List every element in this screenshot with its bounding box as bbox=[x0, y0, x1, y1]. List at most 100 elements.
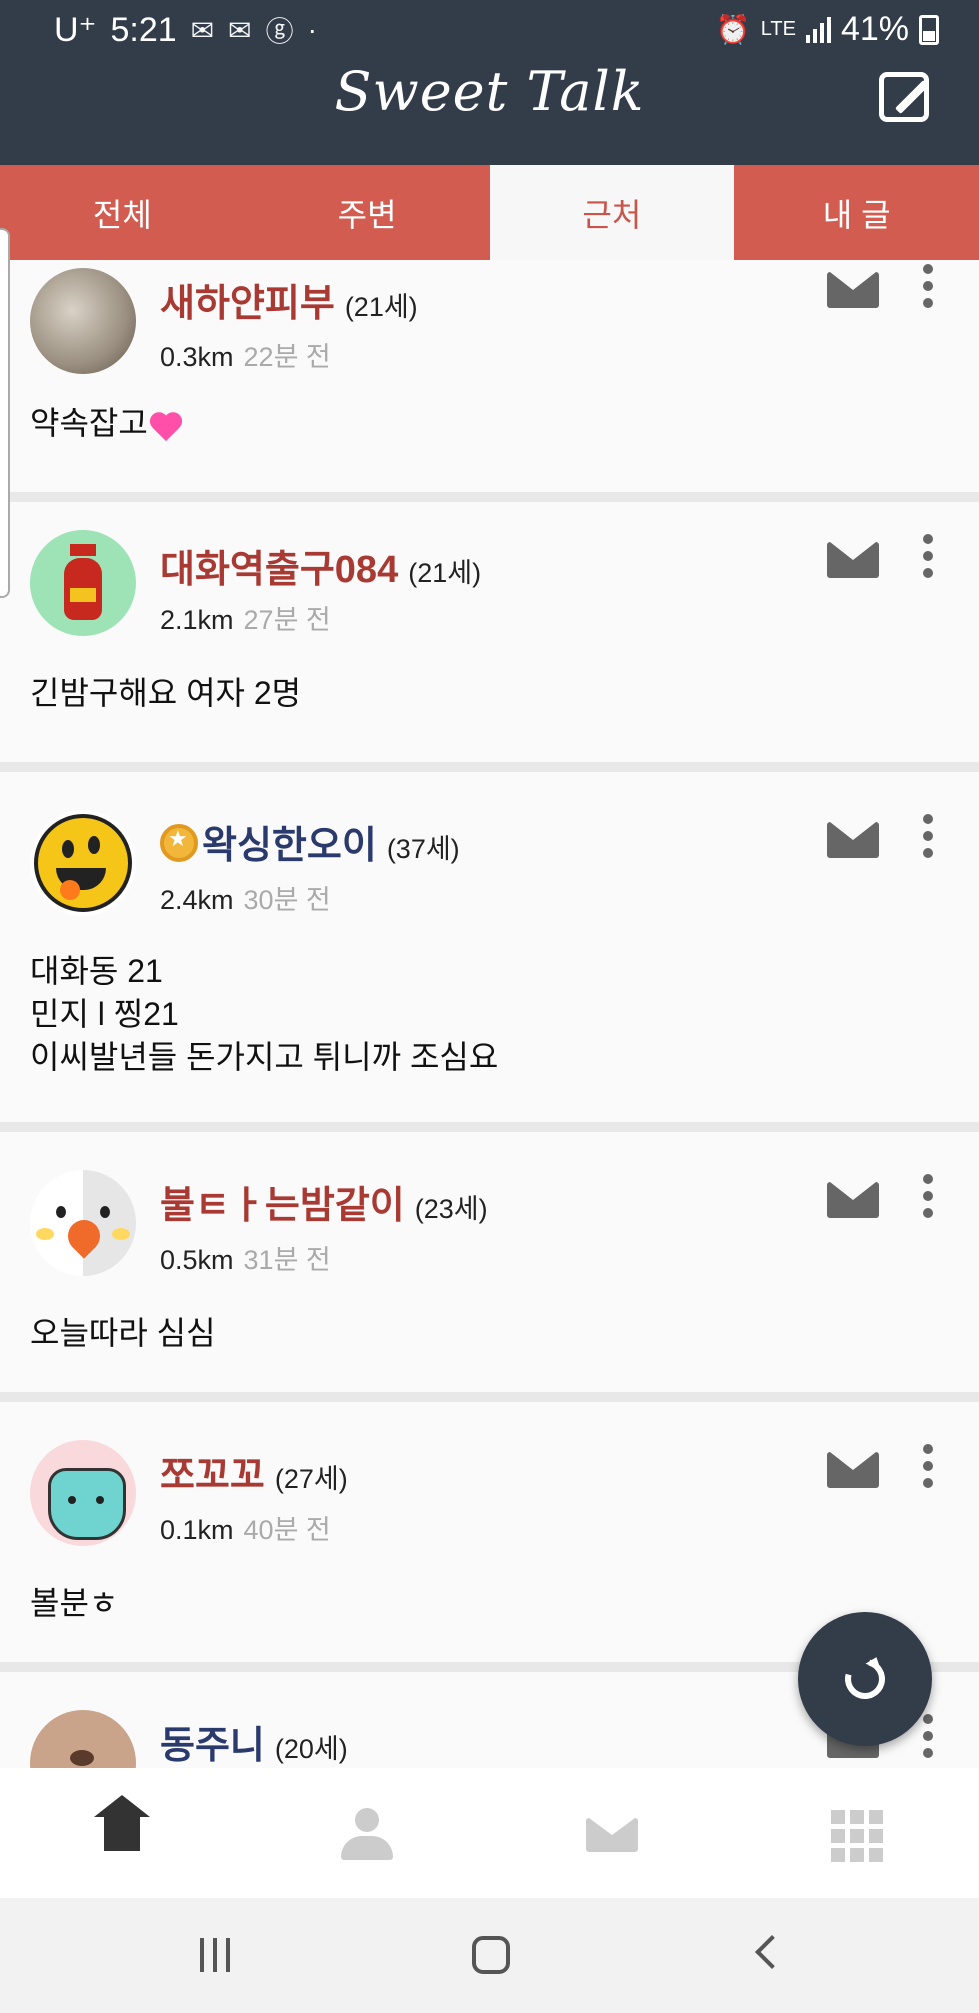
battery-percent: 41% bbox=[840, 10, 909, 48]
dot-icon: · bbox=[307, 14, 317, 45]
post-age: (21세) bbox=[408, 558, 482, 588]
g-app-icon: ⓖ bbox=[265, 16, 294, 47]
tongue-shape bbox=[60, 880, 80, 900]
more-vert-icon[interactable] bbox=[923, 1174, 933, 1218]
post-message: 긴밤구해요 여자 2명 bbox=[30, 675, 302, 711]
post-time: 31분 전 bbox=[243, 1245, 331, 1275]
cat-face-shape bbox=[48, 1468, 126, 1540]
side-drawer-handle[interactable] bbox=[0, 228, 10, 598]
nav-home[interactable] bbox=[0, 1768, 245, 1898]
nav-messages[interactable] bbox=[490, 1768, 735, 1898]
home-icon bbox=[94, 1795, 151, 1853]
carrier-label: U⁺ bbox=[54, 11, 97, 49]
post-distance: 0.1km bbox=[160, 1515, 234, 1545]
refresh-button[interactable] bbox=[798, 1612, 932, 1746]
post-message: 볼분ㅎ bbox=[30, 1585, 119, 1621]
avatar[interactable] bbox=[30, 530, 136, 636]
nickname-text: 쪼꼬꼬 bbox=[160, 1455, 265, 1497]
post-feed[interactable]: 새하얀피부 (21세) 0.3km 22분 전 약속잡고 대화역출구084 (21세)… bbox=[0, 260, 979, 1768]
post-age: (37세) bbox=[386, 834, 460, 864]
medal-icon bbox=[160, 824, 198, 862]
post-nickname[interactable]: 동주니 (20세) bbox=[160, 1714, 348, 1768]
mail-icon[interactable] bbox=[827, 822, 879, 858]
mail-icon bbox=[585, 1818, 638, 1852]
bottle-cap-shape bbox=[70, 544, 96, 556]
hearts-emoji-icon bbox=[148, 409, 186, 443]
apps-icon bbox=[830, 1810, 883, 1862]
status-right: ⏰ LTE 41% bbox=[716, 10, 939, 49]
smiley-face-shape bbox=[34, 814, 132, 912]
nose-shape bbox=[70, 1750, 94, 1766]
post-card[interactable]: 불ㅌㅏ는밤같이 (23세) 0.5km 31분 전 오늘따라 심심 bbox=[0, 1132, 979, 1402]
post-meta: 2.1km 27분 전 bbox=[160, 598, 331, 637]
nickname-text: 대화역출구084 bbox=[160, 549, 399, 591]
status-left: U⁺ 5:21 ✉ ✉ ⓖ · bbox=[54, 10, 317, 50]
avatar[interactable] bbox=[30, 268, 136, 374]
post-message-text: 약속잡고 bbox=[30, 405, 148, 441]
compose-icon[interactable] bbox=[879, 72, 929, 122]
mail-icon[interactable] bbox=[827, 542, 879, 578]
profile-icon bbox=[341, 1808, 394, 1860]
eye-shape bbox=[62, 840, 74, 858]
eye-shape bbox=[88, 836, 100, 854]
post-nickname[interactable]: 쪼꼬꼬 (27세) bbox=[160, 1444, 348, 1499]
post-time: 40분 전 bbox=[243, 1515, 331, 1545]
post-card[interactable]: 왁싱한오이 (37세) 2.4km 30분 전 대화동 21 민지 l 찡21 이씨… bbox=[0, 772, 979, 1132]
avatar[interactable] bbox=[30, 1170, 136, 1276]
post-time: 27분 전 bbox=[243, 605, 331, 635]
tab-all[interactable]: 전체 bbox=[0, 165, 245, 260]
wechat-icon: ✉ bbox=[190, 14, 215, 46]
cheek-shape bbox=[112, 1228, 130, 1240]
tab-around[interactable]: 주변 bbox=[245, 165, 490, 260]
avatar[interactable] bbox=[30, 810, 136, 916]
nav-apps[interactable] bbox=[734, 1768, 979, 1898]
post-message: 대화동 21 민지 l 찡21 이씨발년들 돈가지고 튀니까 조심요 bbox=[30, 953, 499, 1075]
wechat-icon: ✉ bbox=[228, 14, 252, 46]
eye-shape bbox=[100, 1206, 110, 1218]
post-meta: 0.3km 22분 전 bbox=[160, 335, 331, 374]
post-nickname[interactable]: 불ㅌㅏ는밤같이 (23세) bbox=[160, 1174, 488, 1229]
nav-profile[interactable] bbox=[245, 1768, 490, 1898]
post-message: 오늘따라 심심 bbox=[30, 1315, 216, 1351]
post-distance: 0.5km bbox=[160, 1245, 234, 1275]
avatar[interactable] bbox=[30, 1440, 136, 1546]
post-distance: 2.1km bbox=[160, 605, 234, 635]
app-header: U⁺ 5:21 ✉ ✉ ⓖ · ⏰ LTE 41% Sweet Talk bbox=[0, 0, 979, 165]
tab-nearby[interactable]: 근처 bbox=[489, 165, 735, 260]
post-nickname[interactable]: 새하얀피부 (21세) bbox=[160, 272, 418, 327]
eye-shape bbox=[96, 1496, 104, 1504]
bottle-label-shape bbox=[70, 588, 96, 602]
mail-icon[interactable] bbox=[827, 1452, 879, 1488]
more-vert-icon[interactable] bbox=[923, 814, 933, 858]
tab-bar: 전체 주변 근처 내 글 bbox=[0, 165, 979, 260]
clock: 5:21 bbox=[110, 10, 177, 49]
post-meta: 2.4km 30분 전 bbox=[160, 878, 331, 917]
post-card[interactable]: 새하얀피부 (21세) 0.3km 22분 전 약속잡고 bbox=[0, 260, 979, 502]
post-nickname[interactable]: 왁싱한오이 (37세) bbox=[160, 814, 460, 869]
more-vert-icon[interactable] bbox=[923, 1714, 933, 1758]
refresh-icon bbox=[837, 1651, 893, 1707]
beak-shape bbox=[61, 1213, 107, 1259]
back-icon[interactable] bbox=[755, 1935, 789, 1969]
nickname-text: 불ㅌㅏ는밤같이 bbox=[160, 1185, 405, 1227]
bottom-nav bbox=[0, 1768, 979, 1898]
tab-my-posts[interactable]: 내 글 bbox=[734, 165, 979, 260]
post-meta: 0.5km 31분 전 bbox=[160, 1238, 331, 1277]
post-message: 약속잡고 bbox=[30, 402, 186, 445]
more-vert-icon[interactable] bbox=[923, 1444, 933, 1488]
more-vert-icon[interactable] bbox=[923, 264, 933, 308]
recent-apps-icon[interactable] bbox=[200, 1938, 230, 1972]
post-nickname[interactable]: 대화역출구084 (21세) bbox=[160, 538, 481, 593]
more-vert-icon[interactable] bbox=[923, 534, 933, 578]
post-age: (21세) bbox=[344, 292, 418, 322]
status-bar: U⁺ 5:21 ✉ ✉ ⓖ · ⏰ LTE 41% bbox=[0, 0, 979, 60]
post-meta: 0.1km 40분 전 bbox=[160, 1508, 331, 1547]
avatar[interactable] bbox=[30, 1710, 136, 1768]
nickname-text: 새하얀피부 bbox=[160, 283, 335, 325]
post-age: (23세) bbox=[414, 1194, 488, 1224]
mail-icon[interactable] bbox=[827, 1182, 879, 1218]
cheek-shape bbox=[36, 1228, 54, 1240]
post-card[interactable]: 대화역출구084 (21세) 2.1km 27분 전 긴밤구해요 여자 2명 bbox=[0, 502, 979, 772]
system-home-icon[interactable] bbox=[472, 1936, 510, 1974]
mail-icon[interactable] bbox=[827, 272, 879, 308]
